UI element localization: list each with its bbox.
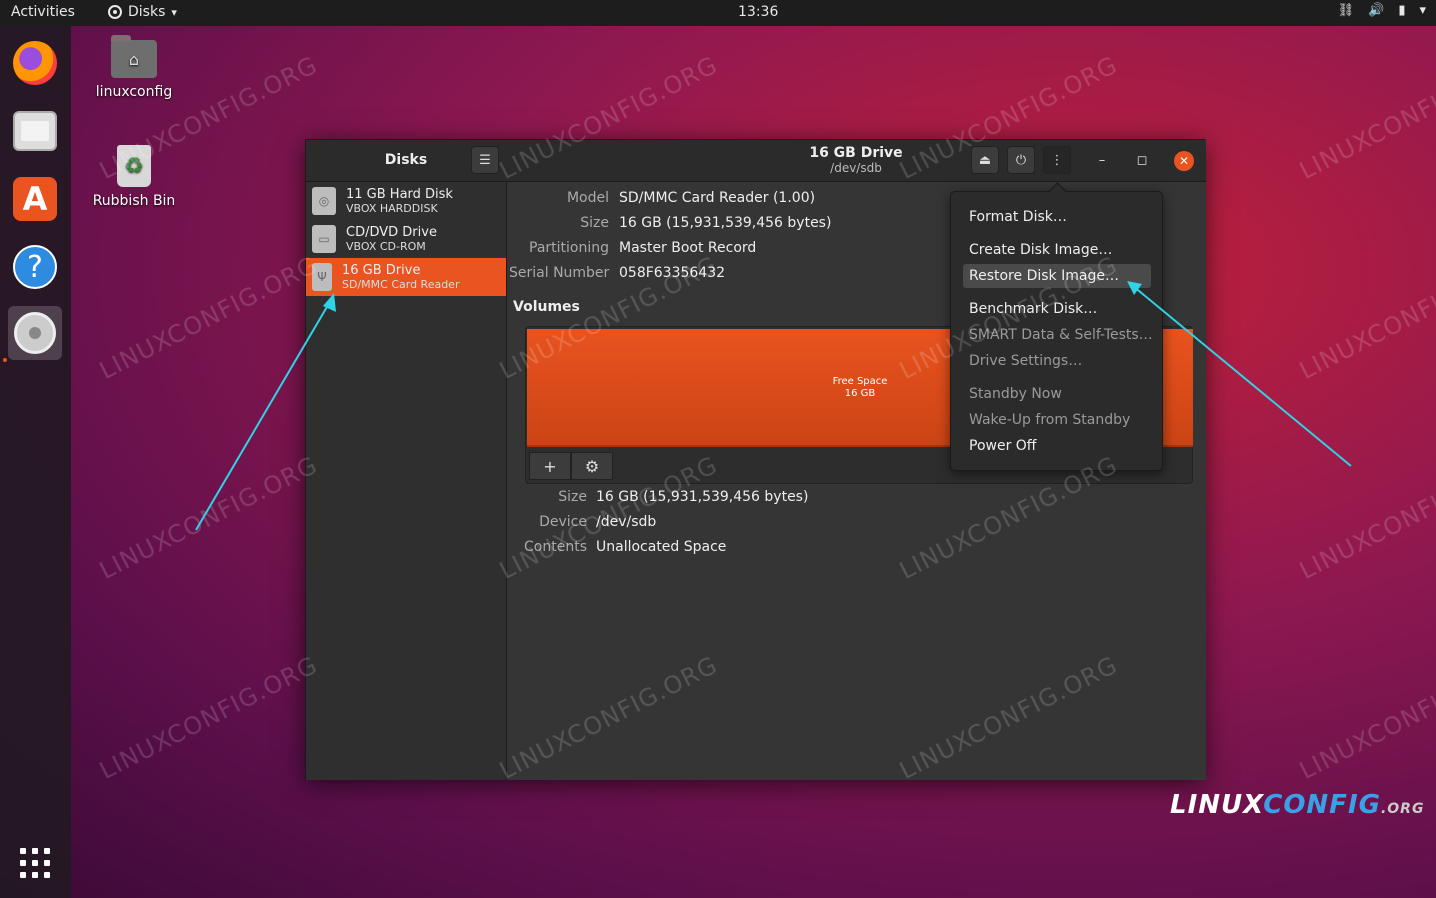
running-indicator	[3, 358, 7, 362]
menu-smart-data[interactable]: SMART Data & Self-Tests…	[963, 323, 1153, 347]
hamburger-icon: ☰	[479, 152, 491, 168]
drive-title: 16 GB Drive	[809, 145, 903, 161]
drive-desc: SD/MMC Card Reader	[342, 278, 460, 291]
create-partition-button[interactable]: +	[529, 452, 571, 480]
dock: A ?	[0, 26, 71, 898]
show-applications-icon[interactable]	[20, 848, 50, 878]
drive-name: 11 GB Hard Disk	[346, 187, 453, 202]
drive-options-button[interactable]: ⋮	[1043, 146, 1071, 174]
watermark: LINUXCONFIG.ORG	[1295, 250, 1436, 385]
app-menu-label: Disks	[128, 4, 166, 20]
kebab-menu-icon: ⋮	[1050, 152, 1064, 168]
clock[interactable]: 13:36	[738, 4, 778, 20]
power-icon: ⏻	[1015, 152, 1027, 168]
watermark: LINUXCONFIG.ORG	[95, 450, 323, 585]
minimize-icon: –	[1098, 152, 1106, 168]
minimize-button[interactable]: –	[1088, 146, 1116, 174]
partition-options-button[interactable]: ⚙	[571, 452, 613, 480]
menu-create-disk-image[interactable]: Create Disk Image…	[963, 238, 1151, 262]
activities-button[interactable]: Activities	[11, 4, 75, 20]
eject-button[interactable]: ⏏	[971, 146, 999, 174]
disks-icon	[14, 312, 56, 354]
trash-label: Rubbish Bin	[92, 193, 176, 209]
watermark: LINUXCONFIG.ORG	[95, 650, 323, 785]
menu-format-disk[interactable]: Format Disk…	[963, 205, 1151, 229]
optical-drive-icon: ▭	[312, 225, 336, 253]
network-icon[interactable]: ⛓	[1338, 3, 1355, 18]
home-folder-icon: ⌂	[111, 35, 157, 78]
menu-benchmark-disk[interactable]: Benchmark Disk…	[963, 297, 1151, 321]
app-menu[interactable]: Disks ▾	[108, 4, 177, 20]
drive-item-hard-disk[interactable]: ◎ 11 GB Hard Disk VBOX HARDDISK	[306, 182, 506, 220]
volume-icon[interactable]: 🔊	[1368, 3, 1384, 18]
trash-icon: ♻	[117, 145, 151, 187]
power-button[interactable]: ⏻	[1007, 146, 1035, 174]
watermark: LINUXCONFIG.ORG	[95, 250, 323, 385]
hamburger-menu-button[interactable]: ☰	[471, 146, 499, 174]
home-folder-label: linuxconfig	[95, 84, 173, 100]
close-button[interactable]: ✕	[1174, 151, 1194, 171]
files-icon	[13, 111, 57, 151]
menu-power-off[interactable]: Power Off	[963, 434, 1151, 458]
drive-desc: VBOX CD-ROM	[346, 240, 426, 253]
drive-item-sd-card[interactable]: Ψ 16 GB Drive SD/MMC Card Reader	[306, 258, 506, 296]
menu-standby-now[interactable]: Standby Now	[963, 382, 1151, 406]
caret-down-icon: ▾	[171, 5, 177, 19]
dock-help[interactable]: ?	[8, 240, 62, 294]
maximize-button[interactable]: ◻	[1128, 146, 1156, 174]
dock-files[interactable]	[8, 104, 62, 158]
software-store-icon: A	[13, 177, 57, 221]
dock-software[interactable]: A	[8, 172, 62, 226]
drive-name: CD/DVD Drive	[346, 225, 437, 240]
disks-app-icon	[108, 5, 122, 19]
close-icon: ✕	[1178, 154, 1190, 168]
drive-options-menu: Format Disk… Create Disk Image… Restore …	[950, 191, 1163, 471]
desktop-home-folder[interactable]: ⌂ linuxconfig	[79, 35, 189, 100]
top-bar: Activities Disks ▾ 13:36 ⛓ 🔊 ▮ ▾	[0, 0, 1436, 26]
eject-icon: ⏏	[978, 152, 992, 168]
volumes-heading: Volumes	[513, 299, 580, 315]
hard-disk-icon: ◎	[312, 187, 336, 215]
drive-list: ◎ 11 GB Hard Disk VBOX HARDDISK ▭ CD/DVD…	[306, 182, 507, 780]
desktop-trash[interactable]: ♻ Rubbish Bin	[79, 145, 189, 209]
menu-restore-disk-image[interactable]: Restore Disk Image…	[963, 264, 1151, 288]
help-icon: ?	[13, 245, 57, 289]
system-menu-caret-icon[interactable]: ▾	[1419, 3, 1426, 18]
watermark: LINUXCONFIG.ORG	[1295, 650, 1436, 785]
gears-icon: ⚙	[584, 456, 600, 476]
dock-firefox[interactable]	[8, 36, 62, 90]
menu-wake-up[interactable]: Wake-Up from Standby	[963, 408, 1151, 432]
watermark: LINUXCONFIG.ORG	[1295, 50, 1436, 185]
watermark: LINUXCONFIG.ORG	[1295, 450, 1436, 585]
header-bar: Disks ☰ 16 GB Drive /dev/sdb ⏏ ⏻ ⋮ – ◻ ✕	[306, 140, 1206, 182]
drive-subtitle: /dev/sdb	[830, 161, 882, 175]
drive-item-cdrom[interactable]: ▭ CD/DVD Drive VBOX CD-ROM	[306, 220, 506, 258]
maximize-icon: ◻	[1136, 152, 1148, 168]
system-tray[interactable]: ⛓ 🔊 ▮ ▾	[1338, 3, 1426, 18]
drive-name: 16 GB Drive	[342, 263, 421, 278]
dock-disks[interactable]	[8, 306, 62, 360]
drive-desc: VBOX HARDDISK	[346, 202, 438, 215]
battery-icon[interactable]: ▮	[1398, 3, 1405, 18]
firefox-icon	[13, 41, 57, 85]
usb-drive-icon: Ψ	[312, 263, 332, 291]
plus-icon: +	[543, 456, 557, 476]
menu-drive-settings[interactable]: Drive Settings…	[963, 349, 1151, 373]
linuxconfig-logo: LINUXCONFIG.ORG	[1170, 790, 1425, 820]
